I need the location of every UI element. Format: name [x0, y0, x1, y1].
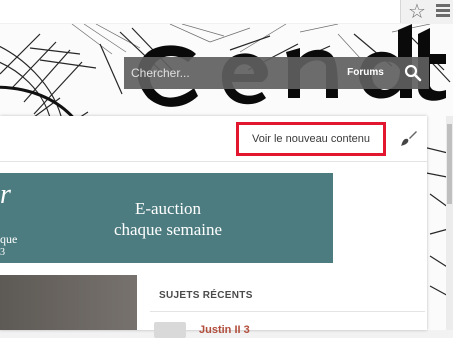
star-icon[interactable]: ☆ — [407, 1, 427, 21]
featured-image[interactable] — [0, 275, 137, 330]
promo-title: E-auction — [134, 199, 202, 218]
promo-logo: r — [0, 179, 11, 210]
promo-subtitle: chaque semaine — [113, 220, 223, 239]
search-button[interactable] — [397, 57, 429, 89]
browser-toolbar: ☆ — [0, 0, 453, 25]
search-icon — [404, 64, 422, 82]
paintbrush-icon[interactable] — [400, 129, 418, 147]
recent-topics-title: SUJETS RÉCENTS — [159, 290, 253, 301]
avatar[interactable] — [154, 322, 186, 338]
address-bar[interactable] — [0, 0, 401, 23]
recent-topics-divider — [150, 311, 425, 312]
promo-left-number: 3 — [0, 247, 5, 258]
search-bar: Forums — [124, 57, 429, 89]
search-input[interactable] — [124, 57, 338, 89]
view-new-content-button[interactable]: Voir le nouveau contenu — [236, 122, 386, 156]
promo-left-text: que — [0, 232, 18, 246]
search-scope-forums[interactable]: Forums — [338, 57, 393, 89]
scrollbar-thumb[interactable] — [447, 124, 452, 204]
recent-topic-user[interactable]: Justin II 3 — [199, 324, 250, 336]
hamburger-menu-icon[interactable] — [436, 4, 450, 20]
promo-banner[interactable]: r que 3 E-auction chaque semaine — [0, 173, 333, 263]
